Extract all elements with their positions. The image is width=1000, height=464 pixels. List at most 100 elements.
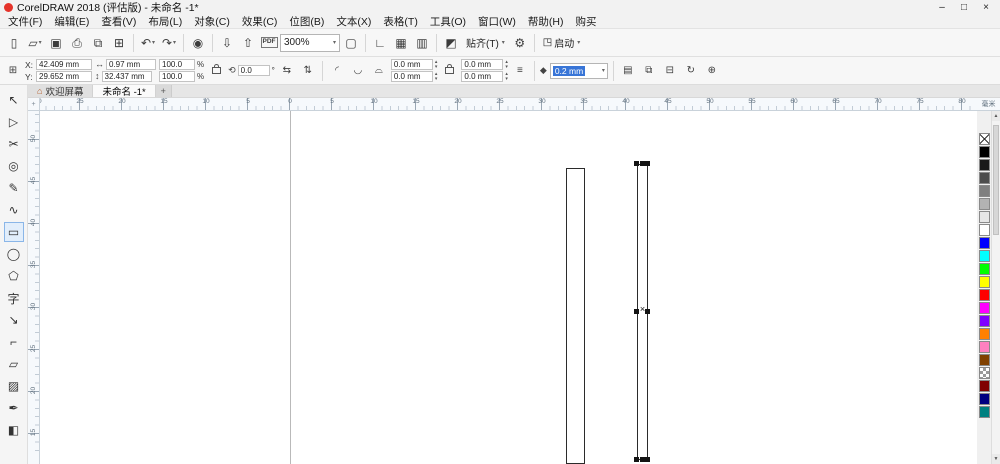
toolbar-launch-button[interactable]: ◳ 启动 ▾ — [539, 34, 584, 52]
scroll-down-button[interactable]: ▼ — [992, 454, 1000, 464]
color-swatch-pink[interactable] — [978, 341, 990, 353]
scalloped-corner-button[interactable]: ◡ — [349, 61, 367, 81]
color-swatch-white[interactable] — [978, 224, 990, 236]
corner-radius-br-stepper[interactable]: ▴ ▾ — [505, 71, 508, 82]
chamfered-corner-button[interactable]: ⌓ — [370, 61, 388, 81]
color-swatch-yellow[interactable] — [978, 276, 990, 288]
toolbar-options-button[interactable]: ⚙ — [510, 32, 530, 54]
polygon-tool[interactable]: ⬠ — [4, 266, 24, 286]
text-tool[interactable]: 字 — [4, 288, 24, 308]
menu-item-text[interactable]: 文本(X) — [330, 14, 377, 29]
drop-shadow-tool[interactable]: ▱ — [4, 354, 24, 374]
rotation-angle-input[interactable] — [237, 65, 270, 76]
toolbar-open-button[interactable]: ▱ ▾ — [25, 32, 45, 54]
menu-item-window[interactable]: 窗口(W) — [472, 14, 522, 29]
toolbar-snap-to-button[interactable]: 贴齐(T) ▾ — [462, 34, 509, 52]
y-position-input[interactable] — [36, 71, 92, 82]
lock-ratio-button[interactable] — [207, 61, 225, 81]
color-swatch-50-black[interactable] — [978, 185, 990, 197]
toolbar-show-guidelines-button[interactable]: ▥ — [412, 32, 432, 54]
toolbar-full-screen-preview-button[interactable]: ▢ — [341, 32, 361, 54]
horizontal-ruler[interactable]: 3025201510505101520253035404550556065707… — [40, 98, 977, 111]
toolbar-print-button[interactable]: ⎙ — [67, 32, 87, 54]
outline-width-combo[interactable]: 0.2 mm ▾ — [549, 62, 608, 79]
color-swatch-dark-red[interactable] — [978, 380, 990, 392]
corner-radius-tr-input[interactable] — [461, 59, 504, 70]
color-swatch-teal[interactable] — [978, 406, 990, 418]
connector-tool[interactable]: ⌐ — [4, 332, 24, 352]
toolbar-publish-pdf-button[interactable]: PDF — [259, 32, 279, 54]
ruler-origin-button[interactable]: + — [28, 98, 40, 111]
color-swatch-brown[interactable] — [978, 354, 990, 366]
rectangle-tool[interactable]: ▭ — [3, 222, 24, 242]
shape-tool[interactable]: ▷ — [4, 112, 24, 132]
zoom-tool[interactable]: ◎ — [4, 156, 24, 176]
toolbar-snap-state-button[interactable]: ◩ — [441, 32, 461, 54]
corner-radius-tl-stepper[interactable]: ▴ ▾ — [435, 59, 438, 70]
color-swatch-no-color[interactable] — [978, 133, 990, 145]
mirror-horizontal-button[interactable]: ⇆ — [278, 61, 296, 81]
eyedropper-tool[interactable]: ✒ — [4, 398, 24, 418]
lock-corners-button[interactable] — [440, 61, 458, 81]
toolbar-new-document-button[interactable]: ▯ — [4, 32, 24, 54]
menu-item-view[interactable]: 查看(V) — [95, 14, 142, 29]
menu-item-object[interactable]: 对象(C) — [188, 14, 236, 29]
tab-welcome-screen[interactable]: ⌂ 欢迎屏幕 — [28, 85, 94, 98]
convert-to-curves-button[interactable]: ↻ — [682, 61, 700, 81]
scrollbar-thumb[interactable] — [993, 125, 999, 235]
tab-document[interactable]: 未命名 -1* — [93, 85, 156, 98]
x-position-input[interactable] — [36, 59, 92, 70]
corner-radius-tl-input[interactable] — [390, 59, 433, 70]
crop-tool[interactable]: ✂ — [4, 134, 24, 154]
dimension-tool[interactable]: ↘ — [4, 310, 24, 330]
rectangle-object[interactable] — [566, 168, 585, 464]
more-options-button[interactable]: ⊕ — [703, 61, 721, 81]
selection-handle-top-right[interactable] — [645, 161, 650, 166]
color-swatch-blue[interactable] — [978, 237, 990, 249]
interactive-fill-tool[interactable]: ◧ — [4, 420, 24, 440]
bezier-tool[interactable]: ∿ — [4, 200, 24, 220]
origin-selector-button[interactable]: ⊞ — [4, 61, 22, 81]
toolbar-paste-button[interactable]: ⊞ — [109, 32, 129, 54]
color-swatch-cyan[interactable] — [978, 250, 990, 262]
wrap-text-button[interactable]: ▤ — [619, 61, 637, 81]
color-swatch-30-black[interactable] — [978, 198, 990, 210]
to-back-button[interactable]: ⊟ — [661, 61, 679, 81]
ellipse-tool[interactable]: ◯ — [4, 244, 24, 264]
toolbar-import-button[interactable]: ⇩ — [217, 32, 237, 54]
menu-item-bitmaps[interactable]: 位图(B) — [283, 14, 330, 29]
color-swatch-black[interactable] — [978, 146, 990, 158]
selection-handle-bottom-left[interactable] — [634, 457, 639, 462]
selection-handle-top-left[interactable] — [634, 161, 639, 166]
toolbar-save-button[interactable]: ▣ — [46, 32, 66, 54]
color-swatch-purple[interactable] — [978, 315, 990, 327]
color-swatch-90-black[interactable] — [978, 159, 990, 171]
toolbar-export-button[interactable]: ⇧ — [238, 32, 258, 54]
selection-handle-bottom-right[interactable] — [645, 457, 650, 462]
toolbar-zoom-level-combo[interactable]: 300% ▾ — [280, 33, 340, 52]
mirror-vertical-button[interactable]: ⇅ — [299, 61, 317, 81]
to-front-button[interactable]: ⧉ — [640, 61, 658, 81]
vertical-scrollbar[interactable]: ▲ ▼ — [991, 111, 1000, 464]
corner-radius-tr-stepper[interactable]: ▴ ▾ — [505, 59, 508, 70]
menu-item-tools[interactable]: 工具(O) — [424, 14, 472, 29]
toolbar-show-rulers-button[interactable]: ∟ — [370, 32, 390, 54]
color-swatch-navy[interactable] — [978, 393, 990, 405]
menu-item-file[interactable]: 文件(F) — [2, 14, 48, 29]
round-corner-button[interactable]: ◜ — [328, 61, 346, 81]
color-swatch-70-black[interactable] — [978, 172, 990, 184]
toolbar-show-grid-button[interactable]: ▦ — [391, 32, 411, 54]
close-button[interactable]: × — [975, 0, 997, 15]
corner-radius-bl-input[interactable] — [390, 71, 433, 82]
menu-item-effects[interactable]: 效果(C) — [236, 14, 284, 29]
menu-item-layout[interactable]: 布局(L) — [142, 14, 188, 29]
toolbar-undo-button[interactable]: ↶ ▾ — [138, 32, 158, 54]
toolbar-copy-button[interactable]: ⧉ — [88, 32, 108, 54]
menu-item-table[interactable]: 表格(T) — [377, 14, 423, 29]
color-swatch-magenta[interactable] — [978, 302, 990, 314]
relative-corner-scaling-button[interactable]: ≡ — [511, 61, 529, 81]
color-swatch-checker[interactable] — [978, 367, 990, 379]
drawing-canvas[interactable]: × — [40, 111, 977, 464]
object-width-input[interactable] — [106, 59, 156, 70]
new-tab-button[interactable]: + — [155, 85, 172, 97]
